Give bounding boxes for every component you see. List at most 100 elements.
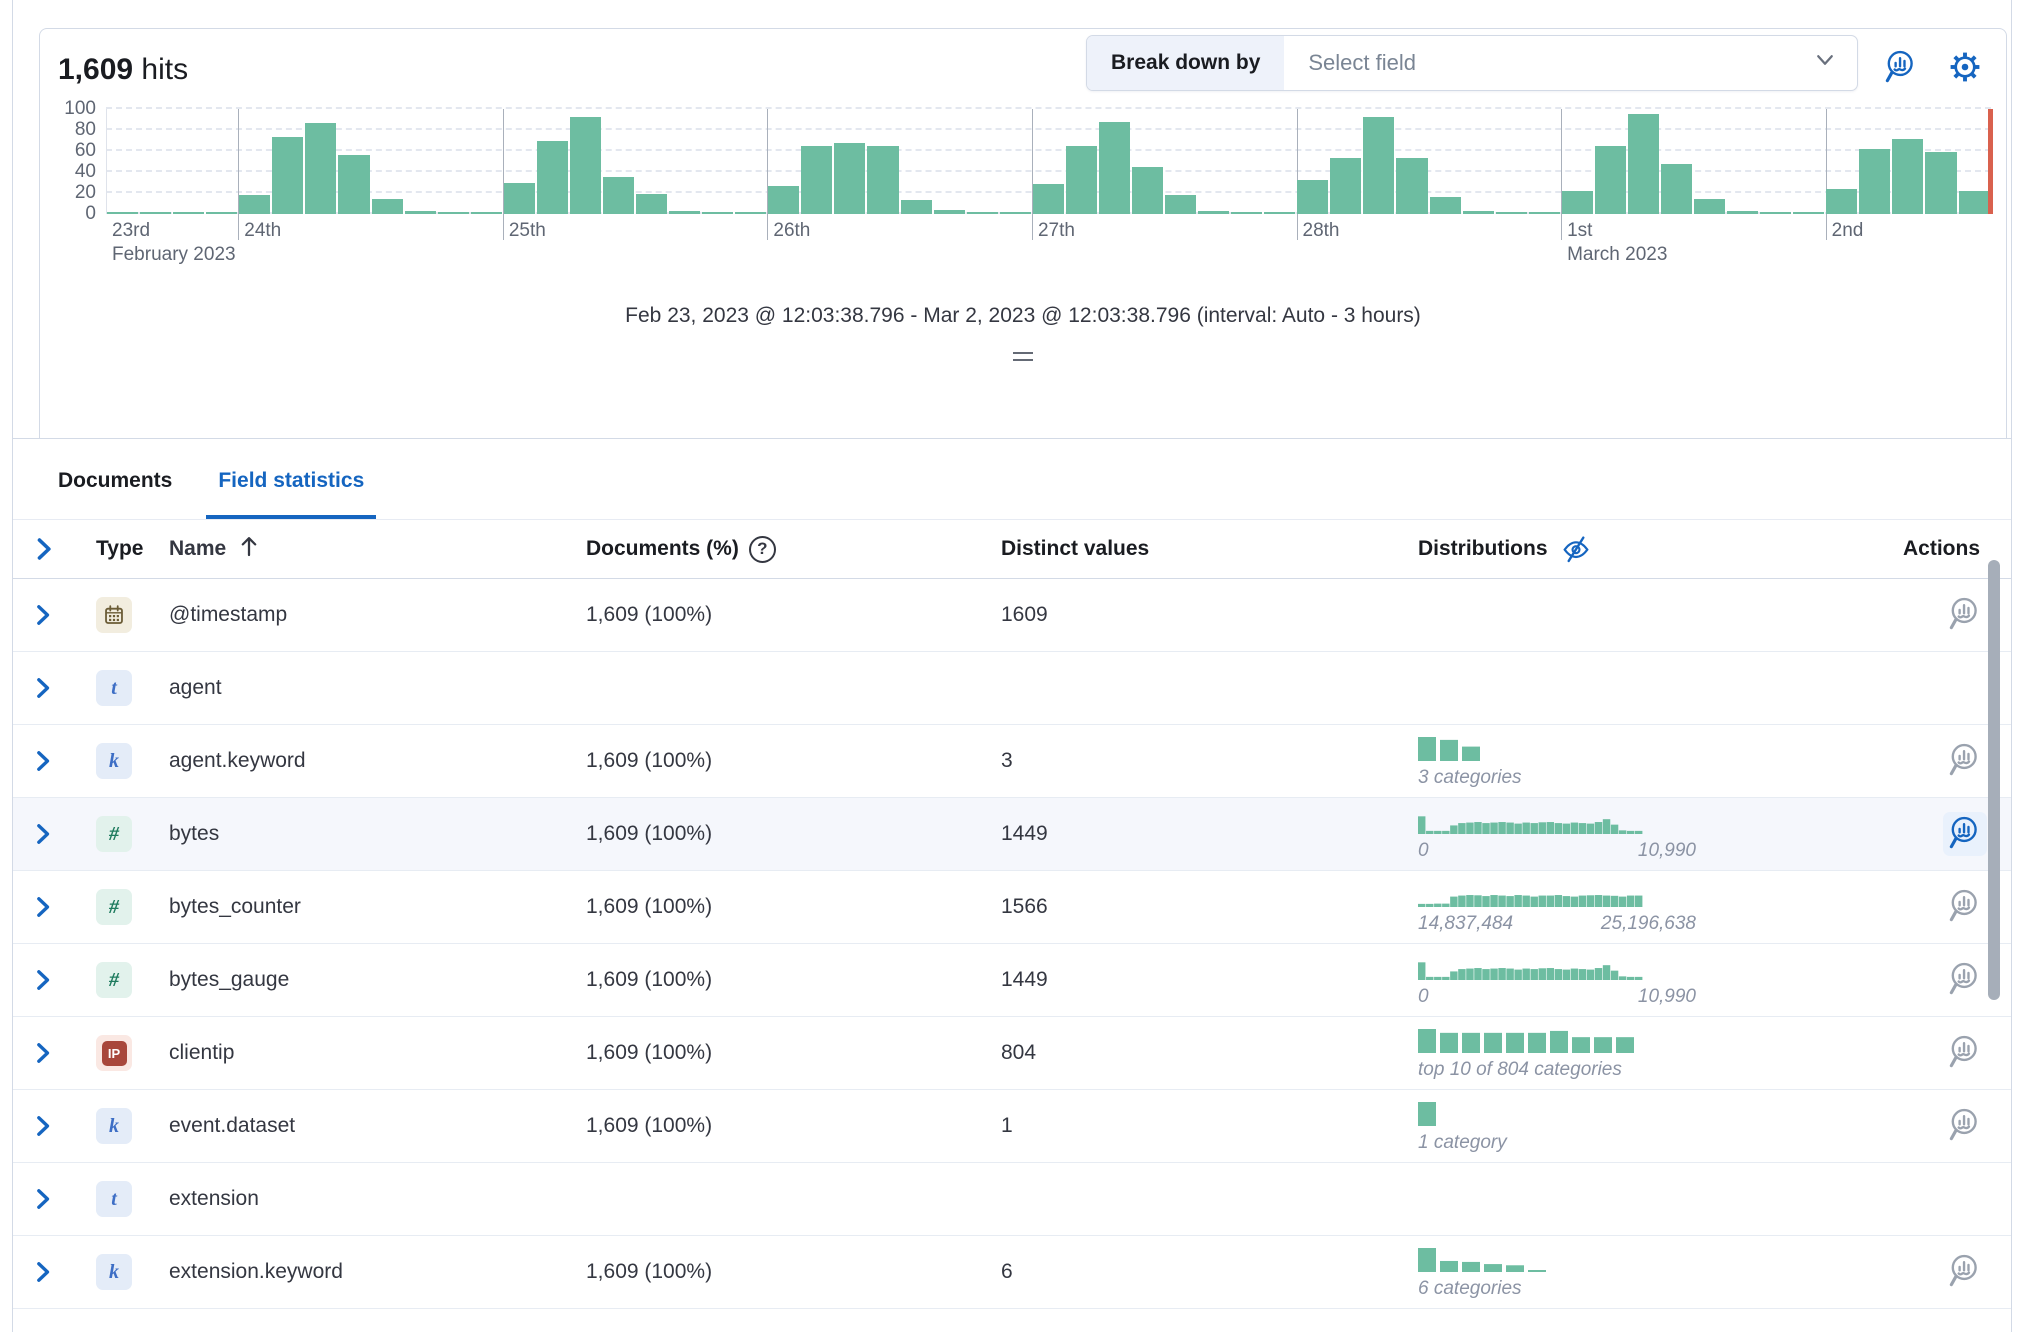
distribution-label: 3 categories — [1418, 768, 1903, 787]
explore-in-lens-button[interactable] — [1943, 1104, 1987, 1148]
column-header-documents: Documents (%) ? — [586, 536, 1001, 563]
tab-documents[interactable]: Documents — [46, 469, 184, 519]
histogram-bar — [834, 143, 865, 214]
histogram-bar — [140, 212, 171, 214]
distribution-preview: 14,837,48425,196,638 — [1418, 881, 1903, 933]
distinct-values: 3 — [1001, 749, 1418, 773]
explore-in-lens-button[interactable] — [1943, 1031, 1987, 1075]
chart-options-button[interactable] — [1944, 47, 1986, 89]
histogram-bar — [272, 137, 303, 214]
document-count-chart[interactable]: 23rdFebruary 202324th25th26th27th28th1st… — [40, 109, 2006, 280]
edit-visualization-button[interactable] — [1880, 47, 1922, 89]
x-axis-month-label: February 2023 — [112, 244, 236, 266]
actions-cell — [1903, 1250, 2011, 1294]
distribution-category-bars — [1418, 1027, 1638, 1053]
field-name: event.dataset — [150, 1114, 586, 1138]
explore-in-lens-button[interactable] — [1943, 593, 1987, 637]
expand-row-button[interactable] — [13, 676, 77, 700]
column-header-distributions: Distributions — [1418, 531, 1903, 567]
histogram-bar — [1165, 195, 1196, 214]
explore-in-lens-button[interactable] — [1943, 1250, 1987, 1294]
distribution-cell: 3 categories — [1418, 735, 1903, 787]
histogram-bar — [1694, 199, 1725, 214]
y-axis-label: 20 — [40, 182, 96, 204]
chart-resize-handle[interactable] — [1013, 352, 1033, 361]
text-type-icon: t — [96, 1181, 132, 1217]
expand-all-button[interactable] — [13, 536, 77, 562]
explore-in-lens-button[interactable] — [1943, 885, 1987, 929]
ip-badge: IP — [102, 1041, 127, 1066]
y-axis-label: 40 — [40, 161, 96, 183]
number-type-icon: # — [96, 889, 132, 925]
distribution-preview: 1 category — [1418, 1100, 1903, 1152]
distribution-cell: 010,990 — [1418, 808, 1903, 860]
expand-row-button[interactable] — [13, 822, 77, 846]
keyword-type-icon: k — [96, 1254, 132, 1290]
lens-icon — [1882, 48, 1920, 89]
breakdown-control: Break down by Select field — [1086, 35, 1858, 91]
table-row-agent.keyword: kagent.keyword1,609 (100%)33 categories — [13, 725, 2011, 798]
hits-number: 1,609 — [58, 53, 133, 86]
chart-plot-area[interactable] — [106, 109, 1991, 214]
histogram-bar — [967, 212, 998, 214]
expand-row-button[interactable] — [13, 1187, 77, 1211]
tab-bar: Documents Field statistics — [13, 439, 2011, 519]
documents-percent: 1,609 (100%) — [586, 603, 1001, 627]
expand-row-button[interactable] — [13, 968, 77, 992]
histogram-bar — [471, 212, 502, 214]
column-header-type: Type — [77, 537, 150, 561]
breakdown-select[interactable]: Select field — [1284, 36, 1857, 90]
tab-field-statistics[interactable]: Field statistics — [206, 469, 376, 519]
distribution-cell: top 10 of 804 categories — [1418, 1027, 1903, 1079]
table-row-bytes: #bytes1,609 (100%)1449010,990 — [13, 798, 2011, 871]
histogram-bar — [1595, 146, 1626, 214]
expand-row-button[interactable] — [13, 1041, 77, 1065]
date-type-icon — [96, 597, 132, 633]
sort-ascending-icon — [236, 533, 262, 565]
histogram-bar — [405, 211, 436, 214]
x-axis-tick-label: 27th — [1038, 220, 1075, 242]
distribution-preview: 3 categories — [1418, 735, 1903, 787]
column-header-name[interactable]: Name — [150, 533, 586, 565]
chevron-down-icon — [1813, 48, 1837, 78]
distribution-cell: 14,837,48425,196,638 — [1418, 881, 1903, 933]
distribution-histogram — [1418, 808, 1643, 834]
expand-row-button[interactable] — [13, 749, 77, 773]
histogram-bar — [1231, 212, 1262, 214]
histogram-bar — [735, 212, 766, 214]
expand-row-button[interactable] — [13, 895, 77, 919]
field-type-cell: IP — [77, 1035, 150, 1071]
histogram-bar — [1000, 212, 1031, 214]
field-name: agent — [150, 676, 586, 700]
expand-row-button[interactable] — [13, 1114, 77, 1138]
histogram-bar — [801, 146, 832, 214]
eye-closed-icon[interactable] — [1558, 531, 1594, 567]
vertical-scrollbar[interactable] — [1988, 560, 2000, 1000]
distribution-category-bars — [1418, 735, 1484, 761]
field-name: agent.keyword — [150, 749, 586, 773]
explore-in-lens-button[interactable] — [1943, 958, 1987, 1002]
field-name: bytes — [150, 822, 586, 846]
hits-count: 1,609 hits — [58, 47, 188, 87]
text-type-icon: t — [96, 670, 132, 706]
distribution-cell: 010,990 — [1418, 954, 1903, 1006]
time-range-caption: Feb 23, 2023 @ 12:03:38.796 - Mar 2, 202… — [40, 304, 2006, 328]
explore-in-lens-button[interactable] — [1943, 812, 1987, 856]
expand-row-button[interactable] — [13, 603, 77, 627]
table-row-agent: tagent — [13, 652, 2011, 725]
ip-type-icon: IP — [96, 1035, 132, 1071]
y-axis-label: 0 — [40, 203, 96, 225]
histogram-bar — [1396, 158, 1427, 214]
field-type-cell: # — [77, 962, 150, 998]
distribution-max-label: 10,990 — [1638, 841, 1696, 860]
histogram-bar — [1463, 211, 1494, 214]
y-axis-label: 100 — [40, 98, 96, 120]
expand-row-button[interactable] — [13, 1260, 77, 1284]
explore-in-lens-button[interactable] — [1943, 739, 1987, 783]
lens-icon — [1946, 1033, 1984, 1074]
help-icon[interactable]: ? — [749, 536, 776, 563]
documents-percent: 1,609 (100%) — [586, 749, 1001, 773]
distribution-preview: top 10 of 804 categories — [1418, 1027, 1903, 1079]
distribution-category-bars — [1418, 1100, 1440, 1126]
distribution-histogram — [1418, 954, 1643, 980]
